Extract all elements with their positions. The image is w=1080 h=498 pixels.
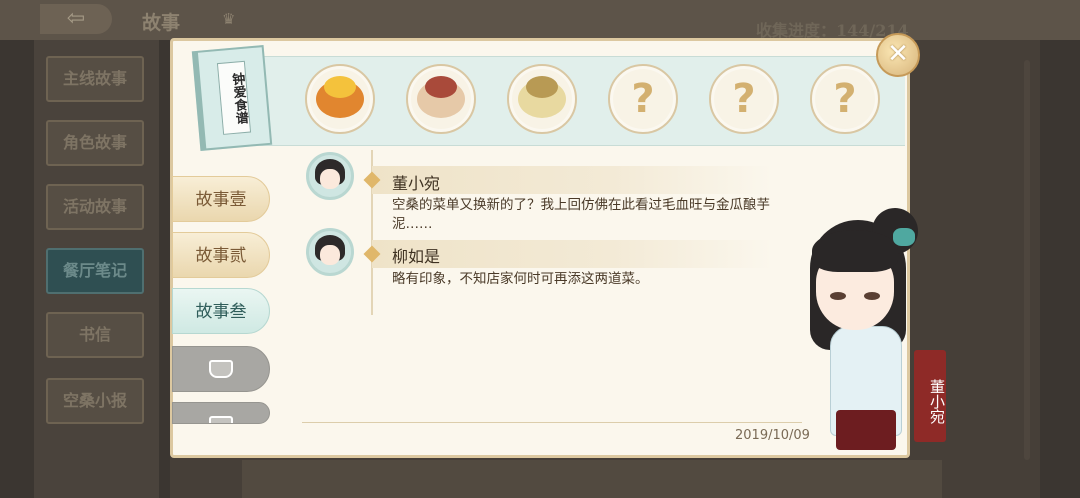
avatar [306,152,354,200]
divider [302,422,802,423]
recipe-slot-1[interactable] [305,64,375,134]
speaker-name: 董小宛 [392,174,441,193]
message-text: 略有印象，不知店家何时可再添这两道菜。 [392,271,649,287]
recipe-slot-2[interactable] [406,64,476,134]
close-button[interactable]: ✕ [876,33,920,77]
story-list-row [242,460,942,498]
tab-story-2[interactable]: 故事贰 [172,232,270,278]
lock-icon [209,360,233,378]
sidebar-item-restaurant-notes[interactable]: 餐厅笔记 [46,248,144,294]
tab-story-3[interactable]: 故事叁 [172,288,270,334]
avatar [306,228,354,276]
recipe-slot-unknown[interactable]: ? [709,64,779,134]
sidebar-item-main-story[interactable]: 主线故事 [46,56,144,102]
recipe-slot-3[interactable] [507,64,577,134]
sidebar-item-letters[interactable]: 书信 [46,312,144,358]
recipe-slot-unknown[interactable]: ? [608,64,678,134]
sidebar-item-event-story[interactable]: 活动故事 [46,184,144,230]
message-text: 空桑的菜单又换新的了？我上回仿佛在此看过毛血旺与金瓜酿芋泥…… [392,197,770,232]
story-date: 2019/10/09 [735,428,810,443]
crown-icon: ♛ [222,10,236,28]
back-arrow-icon: ⇦ [66,6,86,31]
sidebar-item-news[interactable]: 空桑小报 [46,378,144,424]
tab-story-1[interactable]: 故事壹 [172,176,270,222]
tab-story-locked[interactable] [172,402,270,424]
sidebar-item-character-story[interactable]: 角色故事 [46,120,144,166]
scrollbar[interactable] [1024,60,1030,460]
recipe-book-title: 钟爱食谱 [216,60,252,135]
close-x-icon: ✕ [887,39,909,69]
speaker-name: 柳如是 [392,247,441,266]
back-button[interactable]: ⇦ [40,4,112,34]
character-name-tag: 董小宛 [914,350,946,442]
tab-story-locked[interactable] [172,346,270,392]
page-title: 故事 [142,12,181,34]
lock-icon [209,416,233,423]
recipe-slot-unknown[interactable]: ? [810,64,880,134]
hair-ornament-icon [893,228,915,246]
recipe-book-icon: 钟爱食谱 [191,45,273,151]
